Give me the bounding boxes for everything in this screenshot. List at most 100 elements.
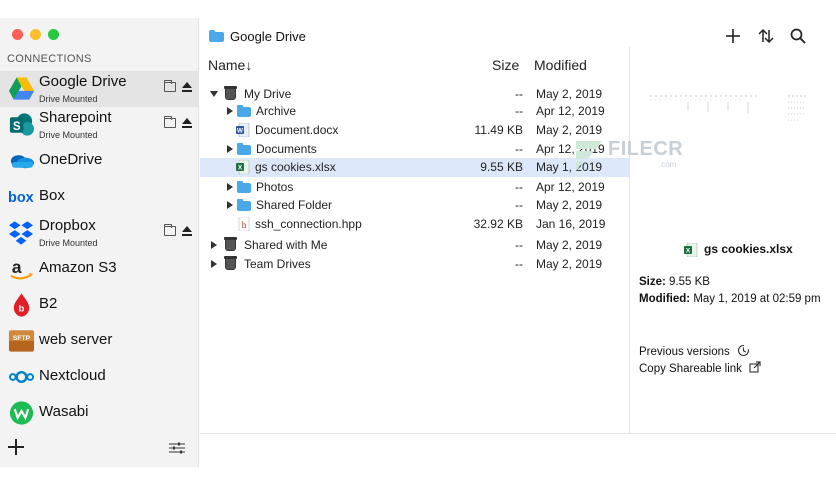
file-modified: May 2, 2019 [536,87,603,101]
connections-heading: CONNECTIONS [7,53,92,65]
sidebar-item-nextcloud[interactable]: Nextcloud [0,359,199,395]
reveal-folder-icon[interactable] [164,80,176,92]
column-header-name[interactable]: Name↓ [208,57,252,73]
sidebar-item-label: Amazon S3 [39,259,117,276]
eject-icon[interactable] [182,82,192,93]
search-icon[interactable] [789,27,807,45]
file-size: -- [515,180,523,194]
drive-icon [224,256,237,270]
onedrive-icon [10,155,35,169]
svg-text:a: a [12,257,22,277]
svg-text:S: S [13,121,21,133]
watermark-logo-icon [576,141,602,171]
add-connection-button[interactable] [8,439,24,455]
box-icon: box [8,190,34,206]
external-link-icon [749,361,761,373]
svg-text:X: X [238,165,243,172]
preview-modified: Modified: May 1, 2019 at 02:59 pm [639,293,821,305]
mount-status: Drive Mounted [39,238,98,248]
sidebar-item-label: OneDrive [39,151,103,168]
table-row-selected[interactable]: X gs cookies.xlsx 9.55 KB May 1, 2019 [200,158,629,177]
settings-sliders-icon[interactable] [169,442,185,454]
svg-text:SFTP: SFTP [13,335,31,342]
file-name: gs cookies.xlsx [255,160,336,174]
wasabi-icon [9,401,34,425]
table-row[interactable]: W Document.docx 11.49 KB May 2, 2019 [200,121,629,140]
new-item-button[interactable] [724,27,742,45]
file-name: Team Drives [244,257,311,271]
zoom-window-button[interactable] [48,29,59,40]
reveal-folder-icon[interactable] [164,224,176,236]
sharepoint-icon: S [9,113,35,136]
file-modified: Apr 12, 2019 [536,104,605,118]
file-modified: Apr 12, 2019 [536,180,605,194]
disclosure-triangle-open-icon[interactable] [210,91,218,97]
sidebar-item-label: Box [39,187,65,204]
sidebar-item-google-drive[interactable]: Google Drive Drive Mounted [0,71,199,107]
file-size: -- [515,104,523,118]
excel-spreadsheet-icon: X [684,243,698,257]
copy-shareable-link[interactable]: Copy Shareable link [639,361,761,375]
drive-icon [224,237,237,251]
folder-icon [237,105,251,117]
sidebar-item-label: web server [39,331,113,348]
excel-spreadsheet-icon: X [236,160,250,174]
sidebar-item-label: Dropbox [39,217,96,234]
sidebar-item-label: Sharepoint [39,109,112,126]
sidebar-item-label: B2 [39,295,58,312]
table-row[interactable]: Documents -- Apr 12, 2019 [200,140,629,159]
preview-size: Size: 9.55 KB [639,276,710,288]
sidebar-item-b2[interactable]: b B2 [0,287,199,323]
column-header-size[interactable]: Size [492,57,519,73]
minimize-window-button[interactable] [30,29,41,40]
browser-pane: Google Drive Name↓ Size Modified My Driv… [200,18,836,467]
sort-icon[interactable] [757,27,775,45]
svg-text:b: b [19,304,25,315]
preview-modified-label: Modified: [639,293,691,305]
sidebar-item-label: Google Drive [39,73,127,90]
sidebar-item-web-server[interactable]: SFTP web server [0,323,199,359]
table-row[interactable]: Shared with Me -- May 2, 2019 [200,236,629,255]
previous-versions-link[interactable]: Previous versions [639,344,750,358]
disclosure-triangle-icon[interactable] [211,260,217,268]
mount-status: Drive Mounted [39,94,98,104]
column-header-modified[interactable]: Modified [534,57,587,73]
source-file-icon: h [238,217,250,231]
nextcloud-icon [8,370,35,384]
file-name: Archive [256,104,297,118]
reveal-folder-icon[interactable] [164,116,176,128]
app-window: CONNECTIONS Google Drive Drive Mounted S… [0,18,836,467]
status-bar-divider [200,433,836,434]
file-size: 11.49 KB [474,123,523,137]
eject-icon[interactable] [182,118,192,129]
disclosure-triangle-icon[interactable] [227,201,233,209]
previous-versions-label: Previous versions [639,346,730,358]
table-row[interactable]: Archive -- Apr 12, 2019 [200,102,629,121]
file-modified: May 2, 2019 [536,198,603,212]
table-row[interactable]: Team Drives -- May 2, 2019 [200,255,629,274]
eject-icon[interactable] [182,226,192,237]
file-name: Shared with Me [244,238,328,252]
file-modified: May 2, 2019 [536,123,603,137]
file-name: Photos [256,180,294,194]
sidebar-item-sharepoint[interactable]: S Sharepoint Drive Mounted [0,107,199,143]
sidebar-item-box[interactable]: box Box [0,179,199,215]
disclosure-triangle-icon[interactable] [227,145,233,153]
sidebar-item-wasabi[interactable]: Wasabi [0,395,199,431]
watermark-sub: .com [659,160,677,169]
sidebar-item-amazon-s3[interactable]: a Amazon S3 [0,251,199,287]
table-row[interactable]: Shared Folder -- May 2, 2019 [200,196,629,215]
drive-icon [224,86,237,100]
sidebar-item-onedrive[interactable]: OneDrive [0,143,199,179]
sidebar-item-dropbox[interactable]: Dropbox Drive Mounted [0,215,199,251]
folder-icon [209,30,224,42]
disclosure-triangle-icon[interactable] [227,107,233,115]
disclosure-triangle-icon[interactable] [227,183,233,191]
file-size: -- [515,87,523,101]
preview-divider [629,47,630,433]
disclosure-triangle-icon[interactable] [211,241,217,249]
close-window-button[interactable] [12,29,23,40]
table-row[interactable]: h ssh_connection.hpp 32.92 KB Jan 16, 20… [200,215,629,234]
amazon-icon: a [10,257,34,280]
table-row[interactable]: Photos -- Apr 12, 2019 [200,178,629,197]
